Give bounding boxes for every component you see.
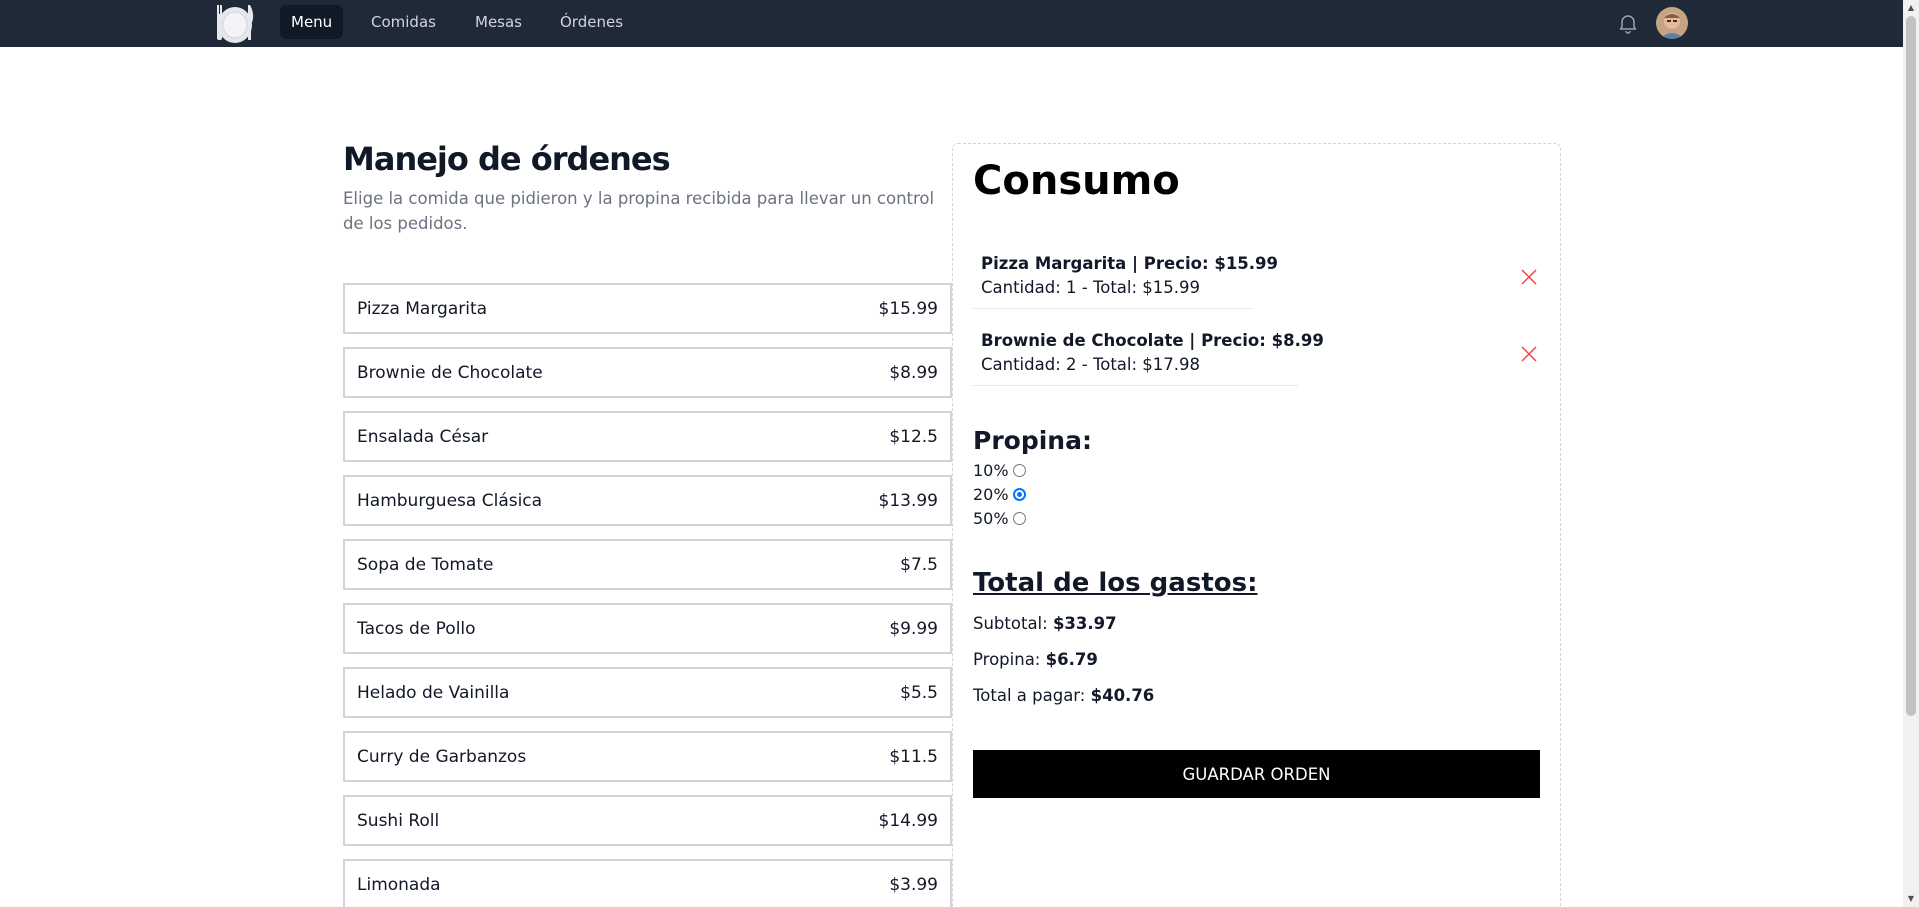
bell-icon[interactable] bbox=[1616, 11, 1640, 35]
total-label: Total a pagar: bbox=[973, 686, 1086, 705]
order-item-title: Pizza Margarita | Precio: $15.99 bbox=[981, 254, 1279, 273]
scroll-thumb[interactable] bbox=[1906, 16, 1916, 716]
food-name: Helado de Vainilla bbox=[357, 682, 510, 703]
food-item[interactable]: Sushi Roll $14.99 bbox=[343, 795, 952, 846]
food-name: Pizza Margarita bbox=[357, 298, 488, 319]
nav-link-menu[interactable]: Menu bbox=[280, 5, 344, 39]
subtotal-row: Subtotal: $33.97 bbox=[973, 614, 1117, 633]
food-name: Sopa de Tomate bbox=[357, 554, 494, 575]
tip-label: 50% bbox=[973, 509, 1009, 528]
total-value: $40.76 bbox=[1090, 686, 1155, 705]
tip-option-10[interactable]: 10% bbox=[973, 461, 1026, 480]
tip-label: 20% bbox=[973, 485, 1009, 504]
propina-value: $6.79 bbox=[1045, 650, 1098, 669]
food-item[interactable]: Brownie de Chocolate $8.99 bbox=[343, 347, 952, 398]
food-item[interactable]: Hamburguesa Clásica $13.99 bbox=[343, 475, 952, 526]
page-subtitle: Elige la comida que pidieron y la propin… bbox=[343, 189, 935, 233]
food-price: $9.99 bbox=[889, 618, 938, 639]
remove-item-close-icon[interactable] bbox=[1519, 267, 1539, 287]
food-item[interactable]: Ensalada César $12.5 bbox=[343, 411, 952, 462]
user-avatar[interactable] bbox=[1656, 7, 1688, 39]
food-name: Sushi Roll bbox=[357, 810, 440, 831]
remove-item-close-icon[interactable] bbox=[1519, 344, 1539, 364]
page-scrollbar[interactable]: ▲ ▼ bbox=[1903, 0, 1919, 907]
page-title: Manejo de órdenes bbox=[343, 140, 671, 178]
order-item: Brownie de Chocolate | Precio: $8.99 Can… bbox=[973, 321, 1324, 386]
food-price: $15.99 bbox=[878, 298, 938, 319]
food-item[interactable]: Limonada $3.99 bbox=[343, 859, 952, 907]
food-name: Ensalada César bbox=[357, 426, 489, 447]
food-price: $5.5 bbox=[900, 682, 938, 703]
food-price: $14.99 bbox=[878, 810, 938, 831]
order-item-detail: Cantidad: 2 - Total: $17.98 bbox=[981, 355, 1201, 374]
food-name: Tacos de Pollo bbox=[357, 618, 476, 639]
food-item[interactable]: Curry de Garbanzos $11.5 bbox=[343, 731, 952, 782]
food-item[interactable]: Pizza Margarita $15.99 bbox=[343, 283, 952, 334]
food-list: Pizza Margarita $15.99 Brownie de Chocol… bbox=[343, 283, 952, 907]
propina-title: Propina: bbox=[973, 426, 1092, 455]
order-item-title: Brownie de Chocolate | Precio: $8.99 bbox=[981, 331, 1324, 350]
plate-fork-knife-icon[interactable] bbox=[214, 2, 256, 44]
tip-radio-10[interactable] bbox=[1012, 464, 1026, 477]
food-name: Limonada bbox=[357, 874, 441, 895]
propina-row: Propina: $6.79 bbox=[973, 650, 1098, 669]
order-item-detail: Cantidad: 1 - Total: $15.99 bbox=[981, 278, 1201, 297]
scroll-down-arrow-icon[interactable]: ▼ bbox=[1903, 891, 1919, 907]
tip-option-50[interactable]: 50% bbox=[973, 509, 1026, 528]
food-price: $13.99 bbox=[878, 490, 938, 511]
food-name: Curry de Garbanzos bbox=[357, 746, 527, 767]
tip-radio-20[interactable] bbox=[1012, 488, 1026, 501]
food-price: $12.5 bbox=[889, 426, 938, 447]
scroll-up-arrow-icon[interactable]: ▲ bbox=[1903, 0, 1919, 16]
subtotal-value: $33.97 bbox=[1052, 614, 1117, 633]
tip-label: 10% bbox=[973, 461, 1009, 480]
consumo-title: Consumo bbox=[973, 158, 1180, 204]
food-item[interactable]: Sopa de Tomate $7.5 bbox=[343, 539, 952, 590]
food-price: $8.99 bbox=[889, 362, 938, 383]
tip-option-20[interactable]: 20% bbox=[973, 485, 1026, 504]
propina-label: Propina: bbox=[973, 650, 1041, 669]
consumo-card: Consumo Pizza Margarita | Precio: $15.99… bbox=[952, 143, 1561, 907]
food-price: $7.5 bbox=[900, 554, 938, 575]
food-price: $3.99 bbox=[889, 874, 938, 895]
save-order-button[interactable]: GUARDAR ORDEN bbox=[973, 750, 1540, 798]
totals-title: Total de los gastos: bbox=[973, 568, 1258, 598]
tip-radio-50[interactable] bbox=[1012, 512, 1026, 525]
navbar: Menu Comidas Mesas Órdenes bbox=[0, 0, 1903, 47]
food-name: Brownie de Chocolate bbox=[357, 362, 543, 383]
nav-link-mesas[interactable]: Mesas bbox=[464, 5, 533, 39]
nav-link-comidas[interactable]: Comidas bbox=[360, 5, 447, 39]
food-item[interactable]: Tacos de Pollo $9.99 bbox=[343, 603, 952, 654]
nav-link-ordenes[interactable]: Órdenes bbox=[549, 5, 634, 39]
food-name: Hamburguesa Clásica bbox=[357, 490, 543, 511]
order-item: Pizza Margarita | Precio: $15.99 Cantida… bbox=[973, 244, 1279, 309]
subtotal-label: Subtotal: bbox=[973, 614, 1048, 633]
food-price: $11.5 bbox=[889, 746, 938, 767]
food-item[interactable]: Helado de Vainilla $5.5 bbox=[343, 667, 952, 718]
total-row: Total a pagar: $40.76 bbox=[973, 686, 1154, 705]
